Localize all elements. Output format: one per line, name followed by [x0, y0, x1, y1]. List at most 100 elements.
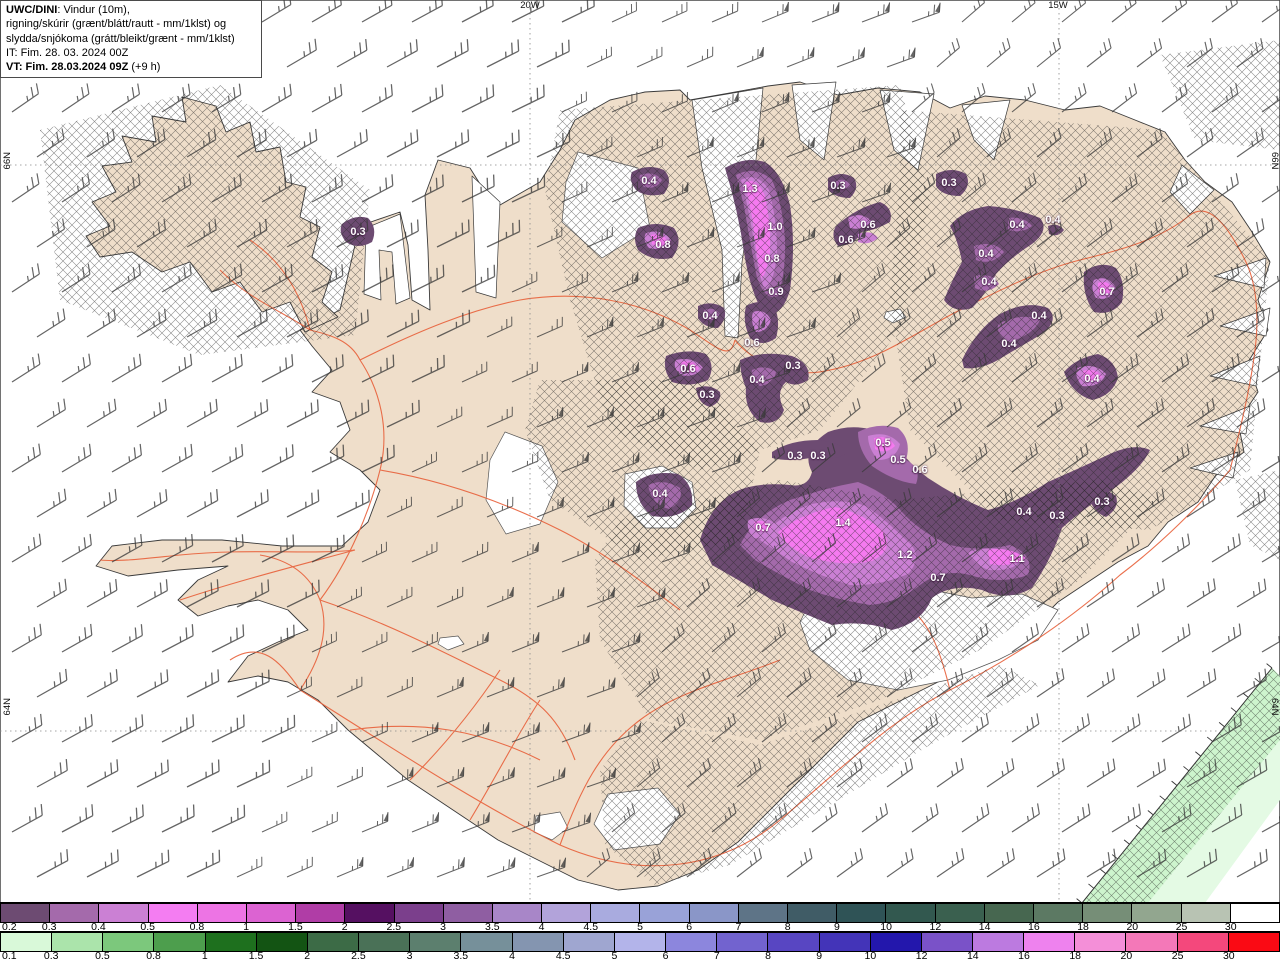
colorbar-cell — [1230, 904, 1279, 922]
precip-value-label: 1.0 — [767, 221, 783, 233]
legend-line-3: slydda/snjókoma (grátt/bleikt/grænt - mm… — [6, 32, 235, 45]
precip-value-label: 0.5 — [875, 437, 891, 449]
precip-value-label: 0.4 — [981, 276, 997, 288]
colorbar-cell — [819, 933, 871, 951]
precip-value-label: 0.3 — [1094, 496, 1110, 508]
colorbar-cell — [205, 933, 257, 951]
colorbar-cell — [886, 904, 936, 922]
precip-value-label: 0.4 — [1045, 214, 1061, 226]
colorbar-cell — [788, 904, 838, 922]
precip-value-label: 0.3 — [830, 180, 846, 192]
latitude-label: 64N — [1269, 698, 1280, 716]
colorbar-tick-label: 4 — [509, 950, 515, 960]
colorbar-tick-label: 7 — [713, 950, 720, 960]
colorbar-tick-label: 2.5 — [351, 950, 366, 960]
rain-colorbar-labels: 0.2 0.3 0.4 0.5 0.8 1 1.5 2 2.5 3 3.5 4 4.5 5 6 7 8 9 10 12… — [0, 922, 1280, 932]
colorbar-cell — [1083, 904, 1133, 922]
legend-line-5: VT: Fim. 28.03.2024 09Z (+9 h) — [6, 61, 161, 74]
colorbar-cell — [1024, 933, 1076, 951]
colorbar-cell — [1, 933, 53, 951]
precip-value-label: 0.3 — [787, 450, 803, 462]
legend-line-1: UWC/DINI: Vindur (10m), — [6, 4, 130, 16]
colorbar-tick-label: 25 — [1171, 950, 1184, 960]
colorbar-cell — [148, 904, 198, 922]
colorbar-cell — [492, 904, 543, 922]
rain-colorbar-cells — [0, 902, 1280, 923]
colorbar-tick-label: 14 — [966, 950, 979, 960]
precip-value-label: 0.7 — [930, 572, 946, 584]
precip-value-label: 0.3 — [699, 389, 715, 401]
colorbar-cell — [738, 904, 788, 922]
map-canvas — [0, 0, 1280, 903]
colorbar-cell — [1181, 904, 1231, 922]
longitude-label: 15W — [1048, 0, 1068, 11]
colorbar-cell — [52, 933, 104, 951]
colorbar-cell — [154, 933, 206, 951]
colorbar-cell — [1, 904, 51, 922]
colorbar-cell — [1075, 933, 1127, 951]
colorbar-cell — [921, 933, 973, 951]
precip-value-label: 0.6 — [912, 464, 928, 476]
colorbar-cell — [870, 933, 922, 951]
colorbar-cell — [1177, 933, 1229, 951]
sleet-colorbar-cells — [0, 931, 1280, 952]
precip-value-label: 0.4 — [978, 248, 994, 260]
precip-value-label: 0.3 — [941, 177, 957, 189]
sleet-colorbar-labels: 0.1 0.3 0.5 0.8 1 1.5 2 2.5 3 3.5 4 4.5 5 6 7 8 9 10 12 14 1… — [0, 950, 1280, 960]
precip-value-label: 0.6 — [744, 337, 760, 349]
colorbar-cell — [99, 904, 149, 922]
colorbar-cell — [563, 933, 615, 951]
colorbar-tick-label: 1.5 — [248, 950, 264, 960]
precip-value-label: 0.4 — [652, 488, 668, 500]
colorbar-tick-label: 3.5 — [453, 950, 469, 960]
colorbar-cell — [410, 933, 462, 951]
precip-value-label: 0.7 — [755, 522, 771, 534]
colorbar-tick-label: 16 — [1018, 950, 1030, 960]
precip-value-label: 0.7 — [1099, 286, 1115, 298]
colorbar-cell — [512, 933, 564, 951]
colorbar-cell — [1132, 904, 1182, 922]
rain-colorbar: 0.2 0.3 0.4 0.5 0.8 1 1.5 2 2.5 3 3.5 4 4.5 5 6 7 8 9 10 12… — [0, 902, 1280, 932]
colorbar-cell — [345, 904, 395, 922]
precip-value-label: 0.4 — [702, 310, 718, 322]
weather-map: UWC/DINI: Vindur (10m), rigning/skúrir (… — [0, 0, 1280, 960]
precip-value-label: 0.6 — [860, 219, 876, 231]
forecast-legend: UWC/DINI: Vindur (10m), rigning/skúrir (… — [0, 0, 262, 79]
precip-value-label: 0.3 — [1049, 510, 1065, 522]
colorbar-cell — [972, 933, 1025, 951]
colorbar-tick-label: 0.1 — [2, 950, 17, 960]
precip-value-label: 0.4 — [749, 374, 765, 386]
longitude-label: 20W — [520, 0, 540, 11]
colorbar-cell — [1228, 933, 1279, 951]
colorbar-cell — [689, 904, 739, 922]
precip-value-label: 0.4 — [1031, 310, 1047, 322]
colorbar-tick-label: 18 — [1069, 950, 1082, 960]
precip-value-label: 1.4 — [835, 517, 851, 529]
colorbar-tick-label: 1 — [201, 950, 208, 960]
colorbar-cell — [614, 933, 667, 951]
colorbar-tick-label: 0.3 — [43, 950, 59, 960]
colorbar-cell — [394, 904, 444, 922]
precip-value-label: 0.4 — [1009, 219, 1025, 231]
colorbar-cell — [1033, 904, 1084, 922]
colorbar-tick-label: 4.5 — [555, 950, 571, 960]
precip-value-label: 0.4 — [1016, 506, 1032, 518]
latitude-label: 66N — [2, 152, 13, 170]
legend-line-4: IT: Fim. 28. 03. 2024 00Z — [6, 46, 129, 59]
precip-value-label: 0.6 — [680, 363, 696, 375]
colorbar-tick-label: 10 — [864, 950, 877, 960]
precip-value-label: 0.3 — [810, 450, 826, 462]
latitude-label: 64N — [2, 698, 13, 716]
colorbar-cell — [984, 904, 1034, 922]
precip-value-label: 1.3 — [742, 183, 758, 195]
colorbar-tick-label: 2 — [304, 950, 311, 960]
colorbar-tick-label: 20 — [1120, 950, 1133, 960]
colorbar-tick-label: 8 — [765, 950, 771, 960]
precip-value-label: 0.9 — [768, 286, 784, 298]
colorbar-cell — [935, 904, 985, 922]
latitude-label: 66N — [1269, 152, 1280, 170]
colorbar-cell — [461, 933, 513, 951]
colorbar-cell — [717, 933, 769, 951]
colorbar-cell — [591, 904, 641, 922]
colorbar-tick-label: 5 — [611, 950, 618, 960]
